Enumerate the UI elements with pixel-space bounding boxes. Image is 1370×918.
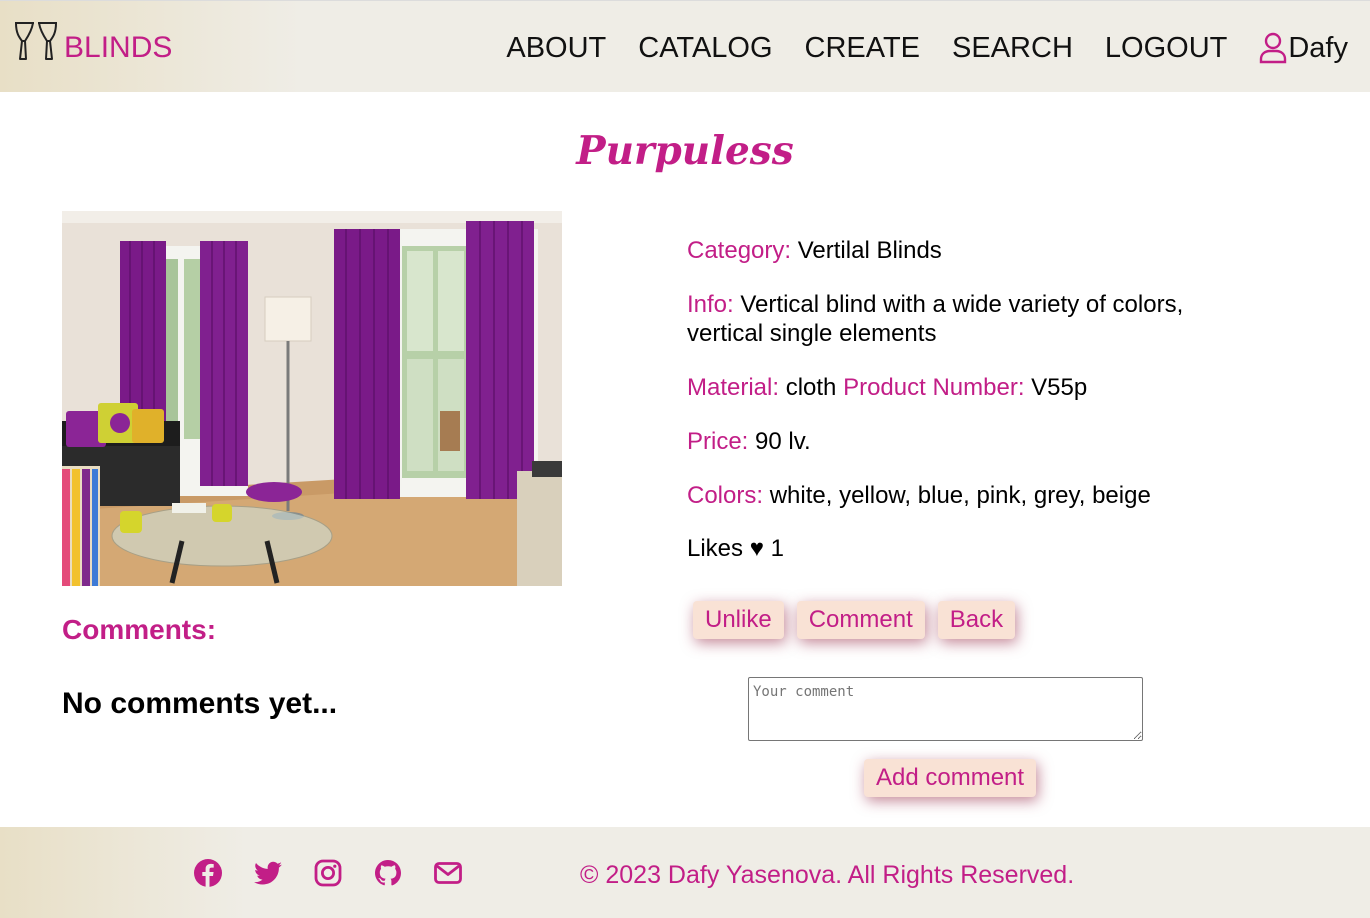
nav-create[interactable]: CREATE <box>805 28 920 68</box>
category-value: Vertilal Blinds <box>797 237 942 264</box>
price-label: Price: <box>687 428 749 455</box>
no-comments-text: No comments yet... <box>62 687 338 720</box>
main-nav: ABOUT CATALOG CREATE SEARCH LOGOUT Dafy <box>474 28 1348 68</box>
nav-search[interactable]: SEARCH <box>952 28 1073 68</box>
copyright-text: © 2023 Dafy Yasenova. All Rights Reserve… <box>580 861 1075 889</box>
nav-logout[interactable]: LOGOUT <box>1105 28 1227 68</box>
user-icon <box>1260 32 1287 64</box>
facebook-icon[interactable] <box>193 858 223 888</box>
material-label: Material: <box>687 374 780 401</box>
info-value: Vertical blind with a wide variety of co… <box>687 291 1184 347</box>
twitter-icon[interactable] <box>253 858 283 888</box>
product-image <box>62 211 562 586</box>
social-links <box>193 858 493 888</box>
likes-label: Likes ♥ <box>687 535 764 562</box>
price-row: Price: 90 lv. <box>687 427 1227 456</box>
instagram-icon[interactable] <box>313 858 343 888</box>
likes-count: 1 <box>770 535 784 562</box>
colors-value: white, yellow, blue, pink, grey, beige <box>769 482 1151 509</box>
logo-text: BLINDS <box>64 31 173 64</box>
category-label: Category: <box>687 237 792 264</box>
action-buttons: Unlike Comment Back <box>693 601 1028 639</box>
category-row: Category: Vertilal Blinds <box>687 236 1227 265</box>
footer: © 2023 Dafy Yasenova. All Rights Reserve… <box>0 827 1370 918</box>
product-number-value: V55p <box>1031 374 1088 401</box>
colors-row: Colors: white, yellow, blue, pink, grey,… <box>687 481 1227 510</box>
add-comment-button[interactable]: Add comment <box>864 759 1037 797</box>
user-profile-link[interactable]: Dafy <box>1259 28 1348 68</box>
curtain-logo-icon <box>15 22 57 60</box>
comment-input[interactable] <box>748 677 1143 741</box>
likes-counter: Likes ♥ 1 <box>687 535 784 563</box>
info-row: Info: Vertical blind with a wide variety… <box>687 290 1227 348</box>
github-icon[interactable] <box>373 858 403 888</box>
comments-heading: Comments: <box>62 614 217 645</box>
comment-button[interactable]: Comment <box>796 601 925 639</box>
unlike-button[interactable]: Unlike <box>693 601 784 639</box>
logo-link[interactable]: BLINDS <box>12 19 172 65</box>
header: BLINDS ABOUT CATALOG CREATE SEARCH LOGOU… <box>0 0 1370 92</box>
info-label: Info: <box>687 291 734 318</box>
material-value: cloth <box>785 374 837 401</box>
nav-catalog[interactable]: CATALOG <box>638 28 772 68</box>
email-icon[interactable] <box>433 858 463 888</box>
product-details: Category: Vertilal Blinds Info: Vertical… <box>687 236 1227 535</box>
nav-about[interactable]: ABOUT <box>506 28 606 68</box>
price-value: 90 lv. <box>755 428 811 455</box>
colors-label: Colors: <box>687 482 764 509</box>
product-number-label: Product Number: <box>843 374 1025 401</box>
user-name: Dafy <box>1288 32 1348 64</box>
back-button[interactable]: Back <box>937 601 1016 639</box>
product-title: Purpuless <box>576 128 794 174</box>
material-row: Material: cloth Product Number: V55p <box>687 373 1227 402</box>
